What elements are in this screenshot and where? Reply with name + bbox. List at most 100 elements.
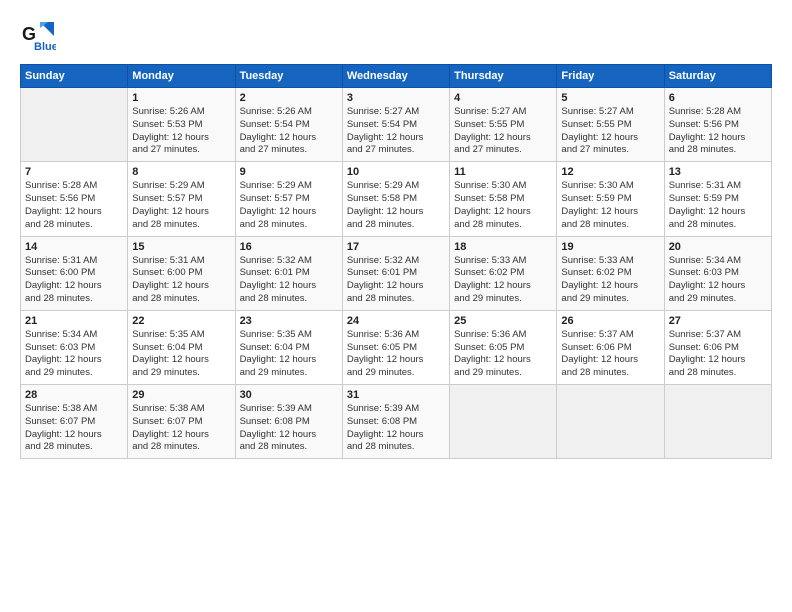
- day-number: 3: [347, 92, 445, 104]
- header-row: SundayMondayTuesdayWednesdayThursdayFrid…: [21, 65, 772, 88]
- col-header-friday: Friday: [557, 65, 664, 88]
- cell-info: Sunrise: 5:33 AMSunset: 6:02 PMDaylight:…: [454, 255, 552, 306]
- day-number: 17: [347, 241, 445, 253]
- cell-w4-d2: 23 Sunrise: 5:35 AMSunset: 6:04 PMDayligh…: [235, 310, 342, 384]
- cell-w1-d1: 1 Sunrise: 5:26 AMSunset: 5:53 PMDaylight…: [128, 88, 235, 162]
- cell-info: Sunrise: 5:29 AMSunset: 5:57 PMDaylight:…: [132, 180, 230, 231]
- cell-w1-d4: 4 Sunrise: 5:27 AMSunset: 5:55 PMDaylight…: [450, 88, 557, 162]
- cell-w3-d6: 20Sunrise: 5:34 AMSunset: 6:03 PMDayligh…: [664, 236, 771, 310]
- cell-info: Sunrise: 5:33 AMSunset: 6:02 PMDaylight:…: [561, 255, 659, 306]
- week-row-1: 1 Sunrise: 5:26 AMSunset: 5:53 PMDaylight…: [21, 88, 772, 162]
- day-number: 21: [25, 315, 123, 327]
- cell-w5-d3: 31 Sunrise: 5:39 AMSunset: 6:08 PMDayligh…: [342, 385, 449, 459]
- cell-info: Sunrise: 5:29 AMSunset: 5:58 PMDaylight:…: [347, 180, 445, 231]
- cell-w3-d3: 17 Sunrise: 5:32 AMSunset: 6:01 PMDayligh…: [342, 236, 449, 310]
- cell-w1-d3: 3 Sunrise: 5:27 AMSunset: 5:54 PMDaylight…: [342, 88, 449, 162]
- week-row-3: 14Sunrise: 5:31 AMSunset: 6:00 PMDayligh…: [21, 236, 772, 310]
- cell-w4-d4: 25 Sunrise: 5:36 AMSunset: 6:05 PMDayligh…: [450, 310, 557, 384]
- day-number: 16: [240, 241, 338, 253]
- col-header-saturday: Saturday: [664, 65, 771, 88]
- cell-info: Sunrise: 5:36 AMSunset: 6:05 PMDaylight:…: [454, 329, 552, 380]
- cell-info: Sunrise: 5:30 AMSunset: 5:58 PMDaylight:…: [454, 180, 552, 231]
- cell-w5-d1: 29 Sunrise: 5:38 AMSunset: 6:07 PMDayligh…: [128, 385, 235, 459]
- cell-w1-d6: 6 Sunrise: 5:28 AMSunset: 5:56 PMDaylight…: [664, 88, 771, 162]
- day-number: 10: [347, 166, 445, 178]
- day-number: 11: [454, 166, 552, 178]
- cell-info: Sunrise: 5:36 AMSunset: 6:05 PMDaylight:…: [347, 329, 445, 380]
- cell-info: Sunrise: 5:34 AMSunset: 6:03 PMDaylight:…: [669, 255, 767, 306]
- cell-w2-d1: 8 Sunrise: 5:29 AMSunset: 5:57 PMDaylight…: [128, 162, 235, 236]
- day-number: 23: [240, 315, 338, 327]
- day-number: 24: [347, 315, 445, 327]
- cell-info: Sunrise: 5:29 AMSunset: 5:57 PMDaylight:…: [240, 180, 338, 231]
- cell-w3-d4: 18 Sunrise: 5:33 AMSunset: 6:02 PMDayligh…: [450, 236, 557, 310]
- svg-text:Blue: Blue: [34, 41, 56, 53]
- day-number: 12: [561, 166, 659, 178]
- cell-info: Sunrise: 5:26 AMSunset: 5:54 PMDaylight:…: [240, 106, 338, 157]
- day-number: 7: [25, 166, 123, 178]
- cell-w5-d0: 28 Sunrise: 5:38 AMSunset: 6:07 PMDayligh…: [21, 385, 128, 459]
- day-number: 29: [132, 389, 230, 401]
- day-number: 6: [669, 92, 767, 104]
- col-header-sunday: Sunday: [21, 65, 128, 88]
- cell-info: Sunrise: 5:32 AMSunset: 6:01 PMDaylight:…: [347, 255, 445, 306]
- cell-info: Sunrise: 5:27 AMSunset: 5:55 PMDaylight:…: [454, 106, 552, 157]
- cell-info: Sunrise: 5:39 AMSunset: 6:08 PMDaylight:…: [347, 403, 445, 454]
- cell-w2-d6: 13Sunrise: 5:31 AMSunset: 5:59 PMDayligh…: [664, 162, 771, 236]
- cell-w3-d5: 19 Sunrise: 5:33 AMSunset: 6:02 PMDayligh…: [557, 236, 664, 310]
- cell-w5-d6: [664, 385, 771, 459]
- cell-w4-d0: 21 Sunrise: 5:34 AMSunset: 6:03 PMDayligh…: [21, 310, 128, 384]
- cell-w2-d3: 10 Sunrise: 5:29 AMSunset: 5:58 PMDayligh…: [342, 162, 449, 236]
- logo-icon: G Blue: [20, 18, 56, 54]
- cell-info: Sunrise: 5:39 AMSunset: 6:08 PMDaylight:…: [240, 403, 338, 454]
- cell-w1-d5: 5Sunrise: 5:27 AMSunset: 5:55 PMDaylight…: [557, 88, 664, 162]
- col-header-thursday: Thursday: [450, 65, 557, 88]
- cell-w4-d1: 22Sunrise: 5:35 AMSunset: 6:04 PMDayligh…: [128, 310, 235, 384]
- cell-w4-d5: 26Sunrise: 5:37 AMSunset: 6:06 PMDayligh…: [557, 310, 664, 384]
- day-number: 28: [25, 389, 123, 401]
- cell-info: Sunrise: 5:30 AMSunset: 5:59 PMDaylight:…: [561, 180, 659, 231]
- logo: G Blue: [20, 18, 60, 54]
- cell-info: Sunrise: 5:28 AMSunset: 5:56 PMDaylight:…: [669, 106, 767, 157]
- cell-w5-d5: [557, 385, 664, 459]
- cell-w5-d4: [450, 385, 557, 459]
- day-number: 22: [132, 315, 230, 327]
- day-number: 2: [240, 92, 338, 104]
- col-header-wednesday: Wednesday: [342, 65, 449, 88]
- cell-w5-d2: 30 Sunrise: 5:39 AMSunset: 6:08 PMDayligh…: [235, 385, 342, 459]
- header: G Blue: [20, 18, 772, 54]
- cell-w3-d1: 15Sunrise: 5:31 AMSunset: 6:00 PMDayligh…: [128, 236, 235, 310]
- day-number: 1: [132, 92, 230, 104]
- week-row-5: 28 Sunrise: 5:38 AMSunset: 6:07 PMDayligh…: [21, 385, 772, 459]
- cell-w2-d0: 7 Sunrise: 5:28 AMSunset: 5:56 PMDaylight…: [21, 162, 128, 236]
- day-number: 18: [454, 241, 552, 253]
- col-header-tuesday: Tuesday: [235, 65, 342, 88]
- day-number: 9: [240, 166, 338, 178]
- day-number: 27: [669, 315, 767, 327]
- cell-w1-d2: 2 Sunrise: 5:26 AMSunset: 5:54 PMDaylight…: [235, 88, 342, 162]
- col-header-monday: Monday: [128, 65, 235, 88]
- cell-info: Sunrise: 5:34 AMSunset: 6:03 PMDaylight:…: [25, 329, 123, 380]
- cell-info: Sunrise: 5:27 AMSunset: 5:54 PMDaylight:…: [347, 106, 445, 157]
- day-number: 31: [347, 389, 445, 401]
- day-number: 25: [454, 315, 552, 327]
- day-number: 30: [240, 389, 338, 401]
- cell-w4-d6: 27Sunrise: 5:37 AMSunset: 6:06 PMDayligh…: [664, 310, 771, 384]
- week-row-4: 21 Sunrise: 5:34 AMSunset: 6:03 PMDayligh…: [21, 310, 772, 384]
- page: G Blue SundayMondayTuesdayWednesdayThurs…: [0, 0, 792, 612]
- cell-info: Sunrise: 5:37 AMSunset: 6:06 PMDaylight:…: [561, 329, 659, 380]
- day-number: 13: [669, 166, 767, 178]
- cell-w3-d0: 14Sunrise: 5:31 AMSunset: 6:00 PMDayligh…: [21, 236, 128, 310]
- cell-info: Sunrise: 5:38 AMSunset: 6:07 PMDaylight:…: [132, 403, 230, 454]
- cell-w2-d4: 11 Sunrise: 5:30 AMSunset: 5:58 PMDayligh…: [450, 162, 557, 236]
- cell-info: Sunrise: 5:28 AMSunset: 5:56 PMDaylight:…: [25, 180, 123, 231]
- cell-info: Sunrise: 5:26 AMSunset: 5:53 PMDaylight:…: [132, 106, 230, 157]
- day-number: 8: [132, 166, 230, 178]
- cell-info: Sunrise: 5:31 AMSunset: 6:00 PMDaylight:…: [25, 255, 123, 306]
- cell-info: Sunrise: 5:38 AMSunset: 6:07 PMDaylight:…: [25, 403, 123, 454]
- day-number: 19: [561, 241, 659, 253]
- cell-info: Sunrise: 5:35 AMSunset: 6:04 PMDaylight:…: [240, 329, 338, 380]
- cell-w2-d5: 12 Sunrise: 5:30 AMSunset: 5:59 PMDayligh…: [557, 162, 664, 236]
- day-number: 4: [454, 92, 552, 104]
- week-row-2: 7 Sunrise: 5:28 AMSunset: 5:56 PMDaylight…: [21, 162, 772, 236]
